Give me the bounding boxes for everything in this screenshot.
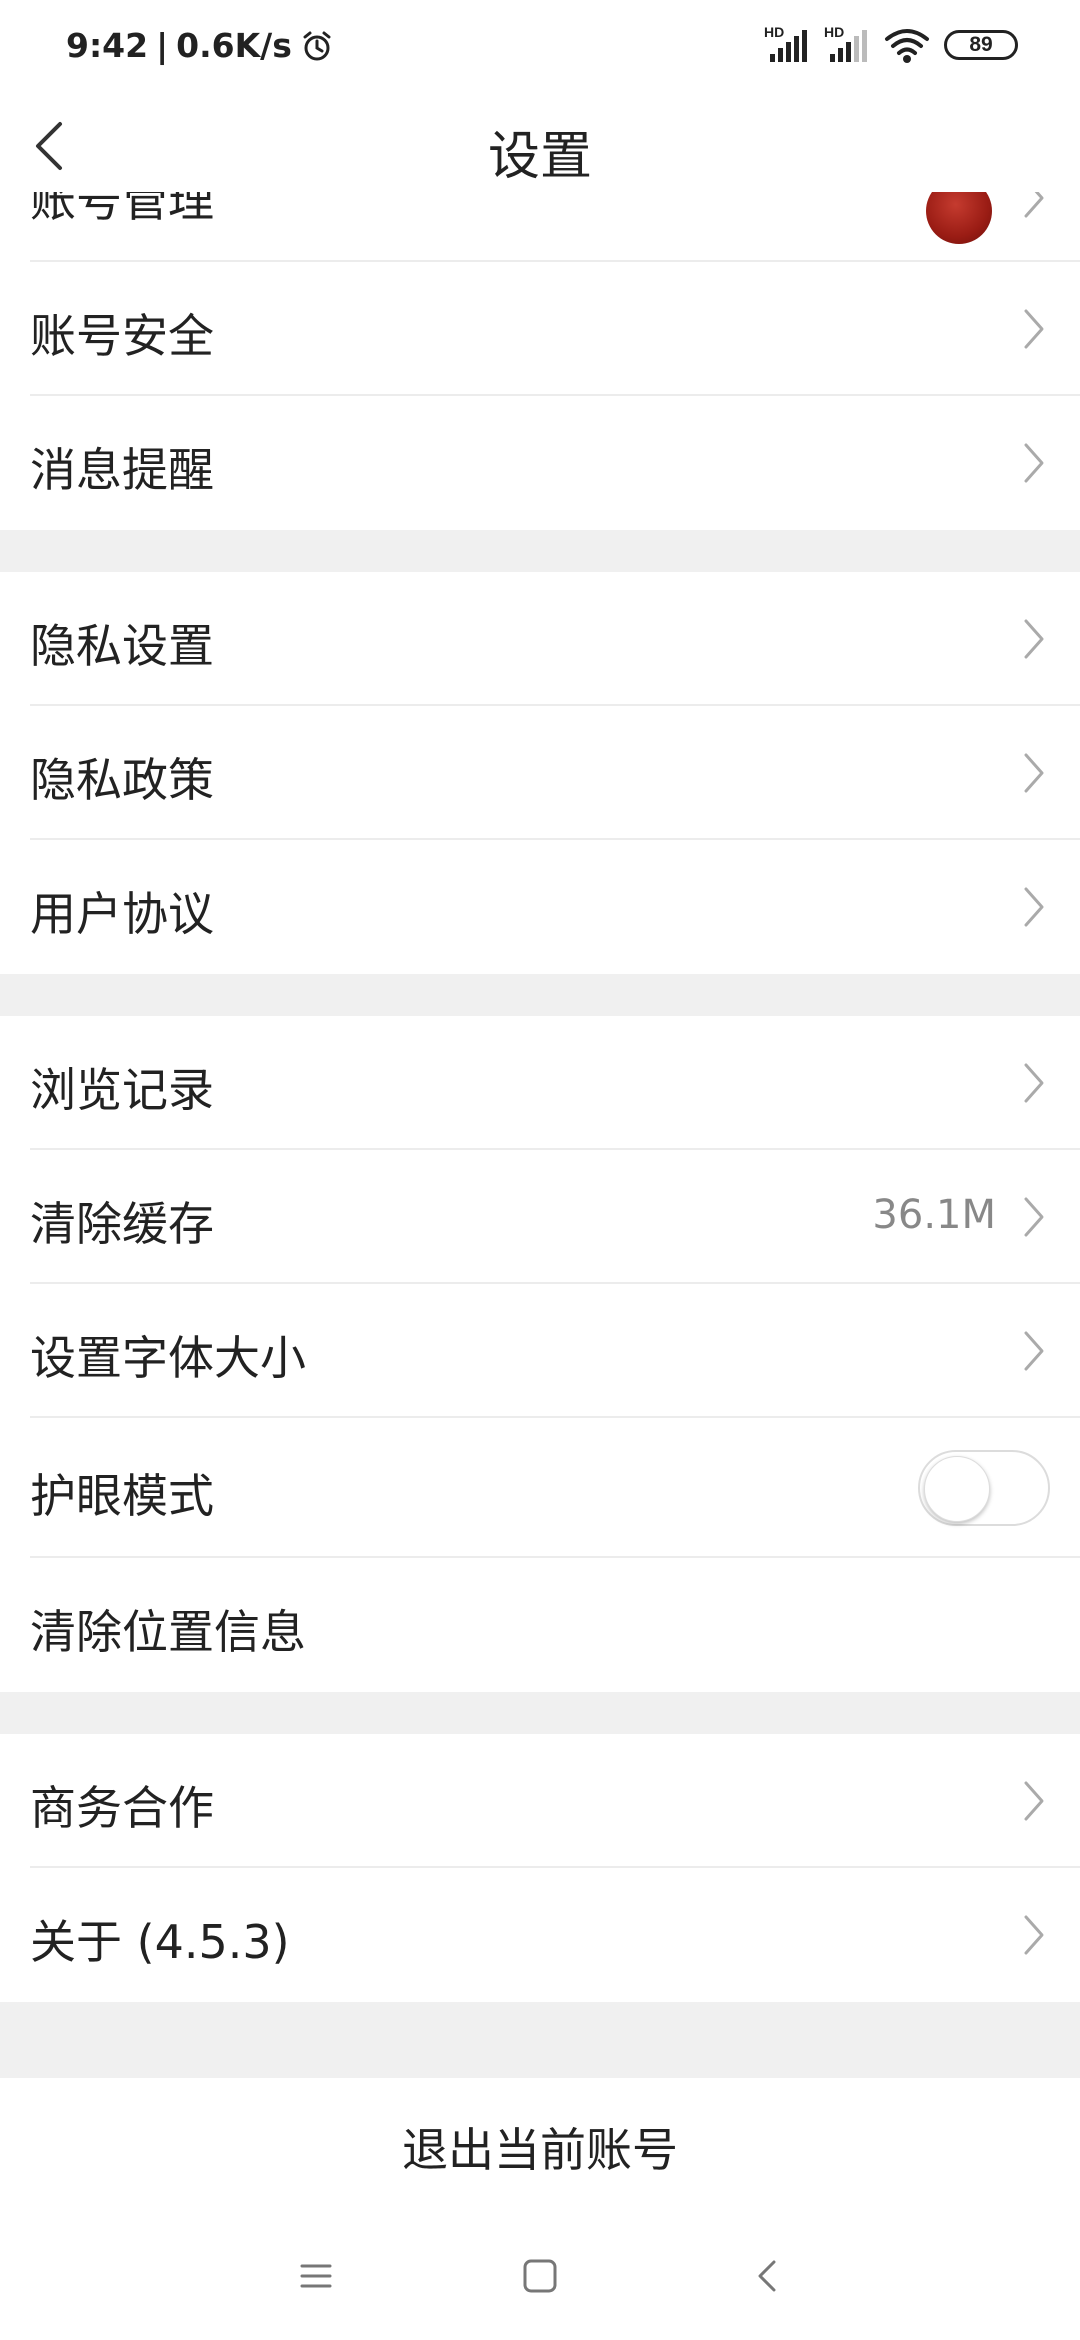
- nav-back-icon[interactable]: [744, 2252, 792, 2300]
- wifi-icon: [885, 29, 929, 63]
- business-row[interactable]: 商务合作: [0, 1734, 1080, 1868]
- status-right: HD HD 89: [764, 24, 1018, 64]
- section-gap: [0, 530, 1080, 572]
- section-gap: [0, 1692, 1080, 1734]
- about-row[interactable]: 关于 (4.5.3): [0, 1868, 1080, 2002]
- chevron-right-icon: [1024, 1197, 1044, 1237]
- privacy-settings-row[interactable]: 隐私设置: [0, 572, 1080, 706]
- about-label: 关于 (4.5.3): [30, 1915, 290, 1969]
- clear-location-row[interactable]: 清除位置信息: [0, 1558, 1080, 1692]
- font-size-row[interactable]: 设置字体大小: [0, 1284, 1080, 1418]
- chevron-right-icon: [1024, 309, 1044, 349]
- cache-size-value: 36.1M: [872, 1192, 996, 1238]
- section-gap: [0, 974, 1080, 1016]
- menu-icon[interactable]: [292, 2252, 340, 2300]
- clear-cache-label: 清除缓存: [30, 1197, 214, 1251]
- eye-mode-row: 护眼模式: [0, 1418, 1080, 1558]
- account-security-row[interactable]: 账号安全: [0, 262, 1080, 396]
- user-agreement-row[interactable]: 用户协议: [0, 840, 1080, 974]
- alarm-icon: [303, 31, 331, 60]
- chevron-right-icon: [1024, 1063, 1044, 1103]
- logout-label: 退出当前账号: [402, 2123, 678, 2177]
- chevron-right-icon: [1024, 753, 1044, 793]
- notifications-row[interactable]: 消息提醒: [0, 396, 1080, 530]
- chevron-right-icon: [1024, 192, 1044, 218]
- battery-level: 89: [969, 33, 993, 56]
- history-row[interactable]: 浏览记录: [0, 1016, 1080, 1150]
- account-security-label: 账号安全: [30, 309, 214, 363]
- status-bar: 9:42 | 0.6K/s HD HD 89: [0, 0, 1080, 100]
- history-label: 浏览记录: [30, 1063, 214, 1117]
- status-separator: |: [156, 26, 169, 65]
- section-gap: [0, 2002, 1080, 2078]
- page-title: 设置: [487, 127, 592, 187]
- status-time: 9:42: [66, 26, 149, 65]
- chevron-right-icon: [1024, 443, 1044, 483]
- account-management-label: 账号管理: [30, 192, 214, 227]
- eye-mode-toggle[interactable]: [918, 1450, 1050, 1526]
- signal-icon-2: HD: [824, 24, 870, 64]
- chevron-right-icon: [1024, 619, 1044, 659]
- chevron-right-icon: [1024, 887, 1044, 927]
- app-header: 设置: [0, 100, 1080, 192]
- chevron-right-icon: [1024, 1915, 1044, 1955]
- font-size-label: 设置字体大小: [30, 1331, 306, 1385]
- battery-icon: 89: [944, 30, 1018, 60]
- privacy-settings-label: 隐私设置: [30, 619, 214, 673]
- chevron-right-icon: [1024, 1331, 1044, 1371]
- clear-cache-row[interactable]: 清除缓存 36.1M: [0, 1150, 1080, 1284]
- business-label: 商务合作: [30, 1781, 214, 1835]
- eye-mode-label: 护眼模式: [30, 1469, 214, 1523]
- status-speed: 0.6K/s: [176, 26, 292, 65]
- privacy-policy-label: 隐私政策: [30, 753, 214, 807]
- chevron-right-icon: [1024, 1781, 1044, 1821]
- avatar: [926, 192, 992, 244]
- system-nav-bar: [0, 2210, 1080, 2340]
- toggle-knob: [924, 1456, 990, 1522]
- privacy-policy-row[interactable]: 隐私政策: [0, 706, 1080, 840]
- signal-icon: HD: [764, 24, 810, 64]
- user-agreement-label: 用户协议: [30, 887, 214, 941]
- logout-button[interactable]: 退出当前账号: [0, 2078, 1080, 2210]
- clear-location-label: 清除位置信息: [30, 1605, 306, 1659]
- notifications-label: 消息提醒: [30, 443, 214, 497]
- account-management-row[interactable]: 账号管理: [0, 192, 1080, 262]
- home-icon[interactable]: [516, 2252, 564, 2300]
- status-left: 9:42 | 0.6K/s: [66, 26, 334, 65]
